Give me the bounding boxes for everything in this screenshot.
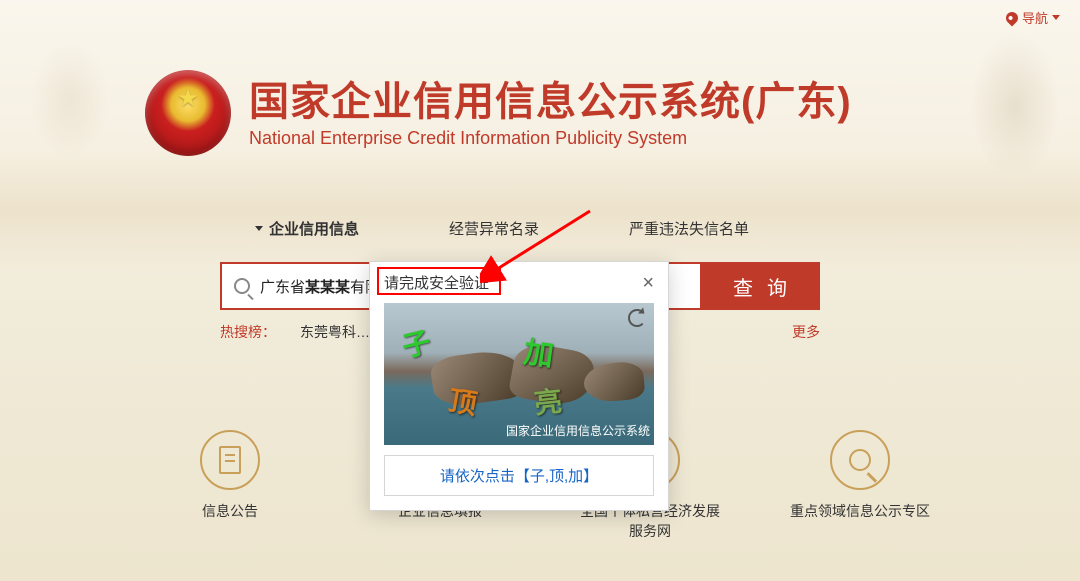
site-title-en: National Enterprise Credit Information P… xyxy=(249,128,852,149)
bg-decor-mountain xyxy=(0,150,1080,270)
captcha-header: 请完成安全验证 × xyxy=(370,262,668,303)
captcha-char-ding[interactable]: 顶 xyxy=(446,379,481,423)
chevron-down-icon xyxy=(255,226,263,231)
search-button[interactable]: 查询 xyxy=(700,262,820,310)
captcha-refresh-button[interactable] xyxy=(628,309,646,327)
search-icon xyxy=(234,278,250,294)
site-header: 国家企业信用信息公示系统(广东) National Enterprise Cre… xyxy=(145,70,852,156)
site-title-cn: 国家企业信用信息公示系统(广东) xyxy=(249,78,852,126)
search-input-text: 广东省某某某有限 xyxy=(260,276,380,297)
quicklink-key-area[interactable]: 重点领域信息公示专区 xyxy=(790,430,930,541)
national-emblem-icon xyxy=(145,70,231,156)
captcha-watermark: 国家企业信用信息公示系统 xyxy=(502,420,654,441)
captcha-instruction: 请依次点击【子,顶,加】 xyxy=(384,455,654,496)
pin-icon xyxy=(1003,9,1020,26)
captcha-title: 请完成安全验证 xyxy=(384,272,489,293)
quicklink-label: 信息公告 xyxy=(202,502,258,522)
search-button-label: 查询 xyxy=(733,272,801,301)
tab-credit-info[interactable]: 企业信用信息 xyxy=(255,218,359,239)
document-icon xyxy=(219,446,241,474)
tab-label: 经营异常名录 xyxy=(449,218,539,239)
captcha-char-jia[interactable]: 加 xyxy=(521,327,557,375)
captcha-modal: 请完成安全验证 × 子 顶 加 亮 国家企业信用信息公示系统 请依次点击【子,顶… xyxy=(369,261,669,511)
captcha-image[interactable]: 子 顶 加 亮 国家企业信用信息公示系统 xyxy=(384,303,654,445)
hot-search-item[interactable]: 东莞粤科… xyxy=(300,322,370,342)
tab-label: 严重违法失信名单 xyxy=(629,218,749,239)
bg-decor-vessel-left xyxy=(30,40,110,160)
quicklink-label: 重点领域信息公示专区 xyxy=(790,502,930,522)
nav-dropdown[interactable]: 导航 xyxy=(1006,8,1060,27)
captcha-close-button[interactable]: × xyxy=(642,273,654,293)
captcha-char-liang[interactable]: 亮 xyxy=(532,380,564,423)
search-tabs: 企业信用信息 经营异常名录 严重违法失信名单 xyxy=(255,218,749,239)
hot-search-label: 热搜榜： xyxy=(220,322,276,342)
tab-label: 企业信用信息 xyxy=(269,218,359,239)
quicklink-info-notice[interactable]: 信息公告 xyxy=(160,430,300,541)
tab-abnormal-list[interactable]: 经营异常名录 xyxy=(449,218,539,239)
tab-blacklist[interactable]: 严重违法失信名单 xyxy=(629,218,749,239)
hot-search-more[interactable]: 更多 xyxy=(792,322,820,342)
chevron-down-icon xyxy=(1052,15,1060,20)
nav-label: 导航 xyxy=(1022,8,1048,27)
captcha-char-zi[interactable]: 子 xyxy=(398,320,435,366)
magnifier-icon xyxy=(849,449,871,471)
